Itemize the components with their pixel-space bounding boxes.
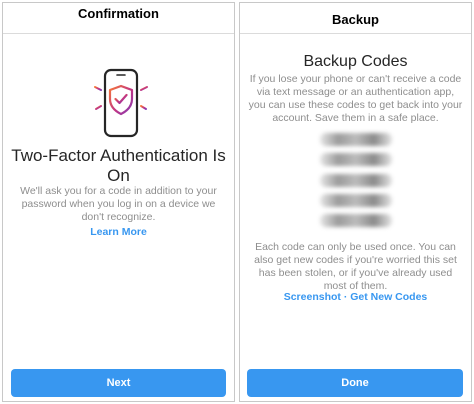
header-divider — [3, 33, 234, 34]
blurred-code — [320, 153, 392, 167]
backup-screen: Backup Backup Codes If you lose your pho… — [239, 2, 472, 402]
backup-codes-list — [320, 131, 392, 229]
screenshot-link[interactable]: Screenshot — [284, 291, 341, 303]
get-new-codes-link[interactable]: Get New Codes — [350, 291, 427, 303]
two-factor-heading: Two-Factor Authentication Is On — [11, 146, 226, 185]
backup-codes-intro: If you lose your phone or can't receive … — [248, 73, 463, 124]
blurred-code — [320, 133, 392, 146]
blurred-code — [320, 173, 392, 187]
confirmation-screen: Confirmation Two-Factor Authentication I… — [2, 2, 235, 402]
done-button[interactable]: Done — [247, 369, 463, 397]
blurred-code — [320, 214, 392, 227]
backup-actions: Screenshot · Get New Codes — [240, 291, 471, 303]
backup-codes-heading: Backup Codes — [303, 53, 408, 70]
confirmation-title: Confirmation — [78, 6, 159, 21]
backup-codes-note: Each code can only be used once. You can… — [254, 241, 457, 292]
blurred-code — [320, 193, 392, 207]
backup-title: Backup — [332, 12, 379, 27]
header-divider — [240, 33, 471, 34]
learn-more-link[interactable]: Learn More — [3, 226, 234, 238]
next-button[interactable]: Next — [11, 369, 226, 397]
phone-shield-icon — [92, 68, 150, 138]
two-factor-description: We'll ask you for a code in addition to … — [20, 185, 217, 223]
